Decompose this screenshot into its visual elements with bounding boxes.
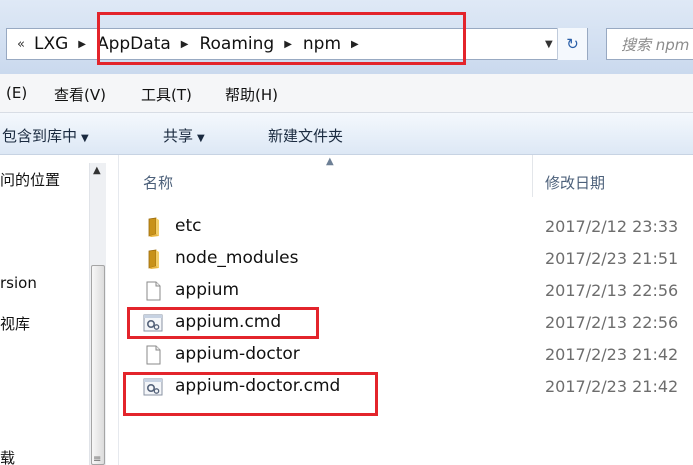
address-highlight-box bbox=[97, 12, 466, 65]
appium-cmd-highlight-box bbox=[127, 307, 319, 339]
folder-icon bbox=[148, 249, 159, 269]
breadcrumb-overflow-chevron[interactable]: « bbox=[17, 37, 25, 52]
appium-doctor-cmd-highlight-box bbox=[123, 372, 378, 416]
sort-ascending-icon: ▲ bbox=[326, 156, 334, 167]
file-date: 2017/2/12 23:33 bbox=[545, 217, 679, 236]
address-dropdown-icon[interactable]: ▼ bbox=[545, 39, 553, 50]
refresh-icon: ↻ bbox=[566, 35, 579, 53]
menu-tools[interactable]: 工具(T) bbox=[141, 84, 192, 105]
column-header-name[interactable]: 名称 bbox=[143, 172, 173, 193]
menu-view[interactable]: 查看(V) bbox=[54, 84, 106, 105]
file-date: 2017/2/13 22:56 bbox=[545, 313, 679, 332]
breadcrumb-arrow-icon[interactable]: ▶ bbox=[78, 39, 86, 50]
file-date: 2017/2/23 21:42 bbox=[545, 345, 679, 364]
nav-item-downloads[interactable]: 载 bbox=[0, 447, 15, 465]
menu-help[interactable]: 帮助(H) bbox=[225, 84, 278, 105]
include-in-library-button[interactable]: 包含到库中 ▼ bbox=[2, 125, 89, 146]
file-row[interactable]: etc 2017/2/12 23:33 bbox=[119, 211, 693, 243]
file-name: node_modules bbox=[175, 248, 299, 268]
file-name: appium-doctor bbox=[175, 344, 300, 364]
command-toolbar: 包含到库中 ▼ 共享 ▼ 新建文件夹 bbox=[0, 113, 693, 155]
file-list: ▲ 名称 修改日期 etc 2017/2/12 23:33 node_modul… bbox=[119, 155, 693, 465]
column-header-date-modified[interactable]: 修改日期 bbox=[545, 172, 605, 193]
nav-item-video-library[interactable]: 视库 bbox=[0, 313, 30, 334]
file-name: etc bbox=[175, 216, 202, 236]
refresh-button[interactable]: ↻ bbox=[557, 28, 587, 60]
nav-scrollbar[interactable]: ▲ ≡ bbox=[89, 163, 106, 465]
address-bar-area: « LXG ▶ AppData ▶ Roaming ▶ npm ▶ ▼ ↻ 搜索… bbox=[0, 0, 693, 74]
column-divider[interactable] bbox=[532, 155, 533, 197]
file-row[interactable]: appium-doctor 2017/2/23 21:42 bbox=[119, 339, 693, 371]
navigation-pane: 问的位置 rsion 视库 载 ▲ ≡ bbox=[0, 155, 118, 465]
search-input[interactable]: 搜索 npm bbox=[606, 28, 693, 60]
scrollbar-thumb[interactable]: ≡ bbox=[91, 265, 105, 465]
folder-icon bbox=[148, 217, 159, 237]
nav-item-recent-places[interactable]: 问的位置 bbox=[0, 169, 60, 190]
menu-bar: (E) 查看(V) 工具(T) 帮助(H) bbox=[0, 74, 693, 113]
file-date: 2017/2/13 22:56 bbox=[545, 281, 679, 300]
menu-edit[interactable]: (E) bbox=[6, 84, 27, 102]
file-date: 2017/2/23 21:51 bbox=[545, 249, 679, 268]
file-name: appium bbox=[175, 280, 240, 300]
file-row[interactable]: node_modules 2017/2/23 21:51 bbox=[119, 243, 693, 275]
share-button[interactable]: 共享 ▼ bbox=[163, 125, 205, 146]
grip-icon: ≡ bbox=[93, 454, 102, 465]
breadcrumb-item-lxg[interactable]: LXG bbox=[34, 34, 68, 54]
scroll-up-icon[interactable]: ▲ bbox=[93, 165, 101, 176]
nav-item-version[interactable]: rsion bbox=[0, 274, 37, 292]
chevron-down-icon: ▼ bbox=[197, 133, 205, 144]
file-date: 2017/2/23 21:42 bbox=[545, 377, 679, 396]
file-icon bbox=[146, 345, 161, 365]
file-icon bbox=[146, 281, 161, 301]
share-label: 共享 bbox=[163, 127, 194, 145]
chevron-down-icon: ▼ bbox=[81, 133, 89, 144]
new-folder-button[interactable]: 新建文件夹 bbox=[268, 125, 343, 146]
include-in-library-label: 包含到库中 bbox=[2, 127, 78, 145]
file-row[interactable]: appium 2017/2/13 22:56 bbox=[119, 275, 693, 307]
column-header-row: ▲ 名称 修改日期 bbox=[119, 155, 693, 197]
